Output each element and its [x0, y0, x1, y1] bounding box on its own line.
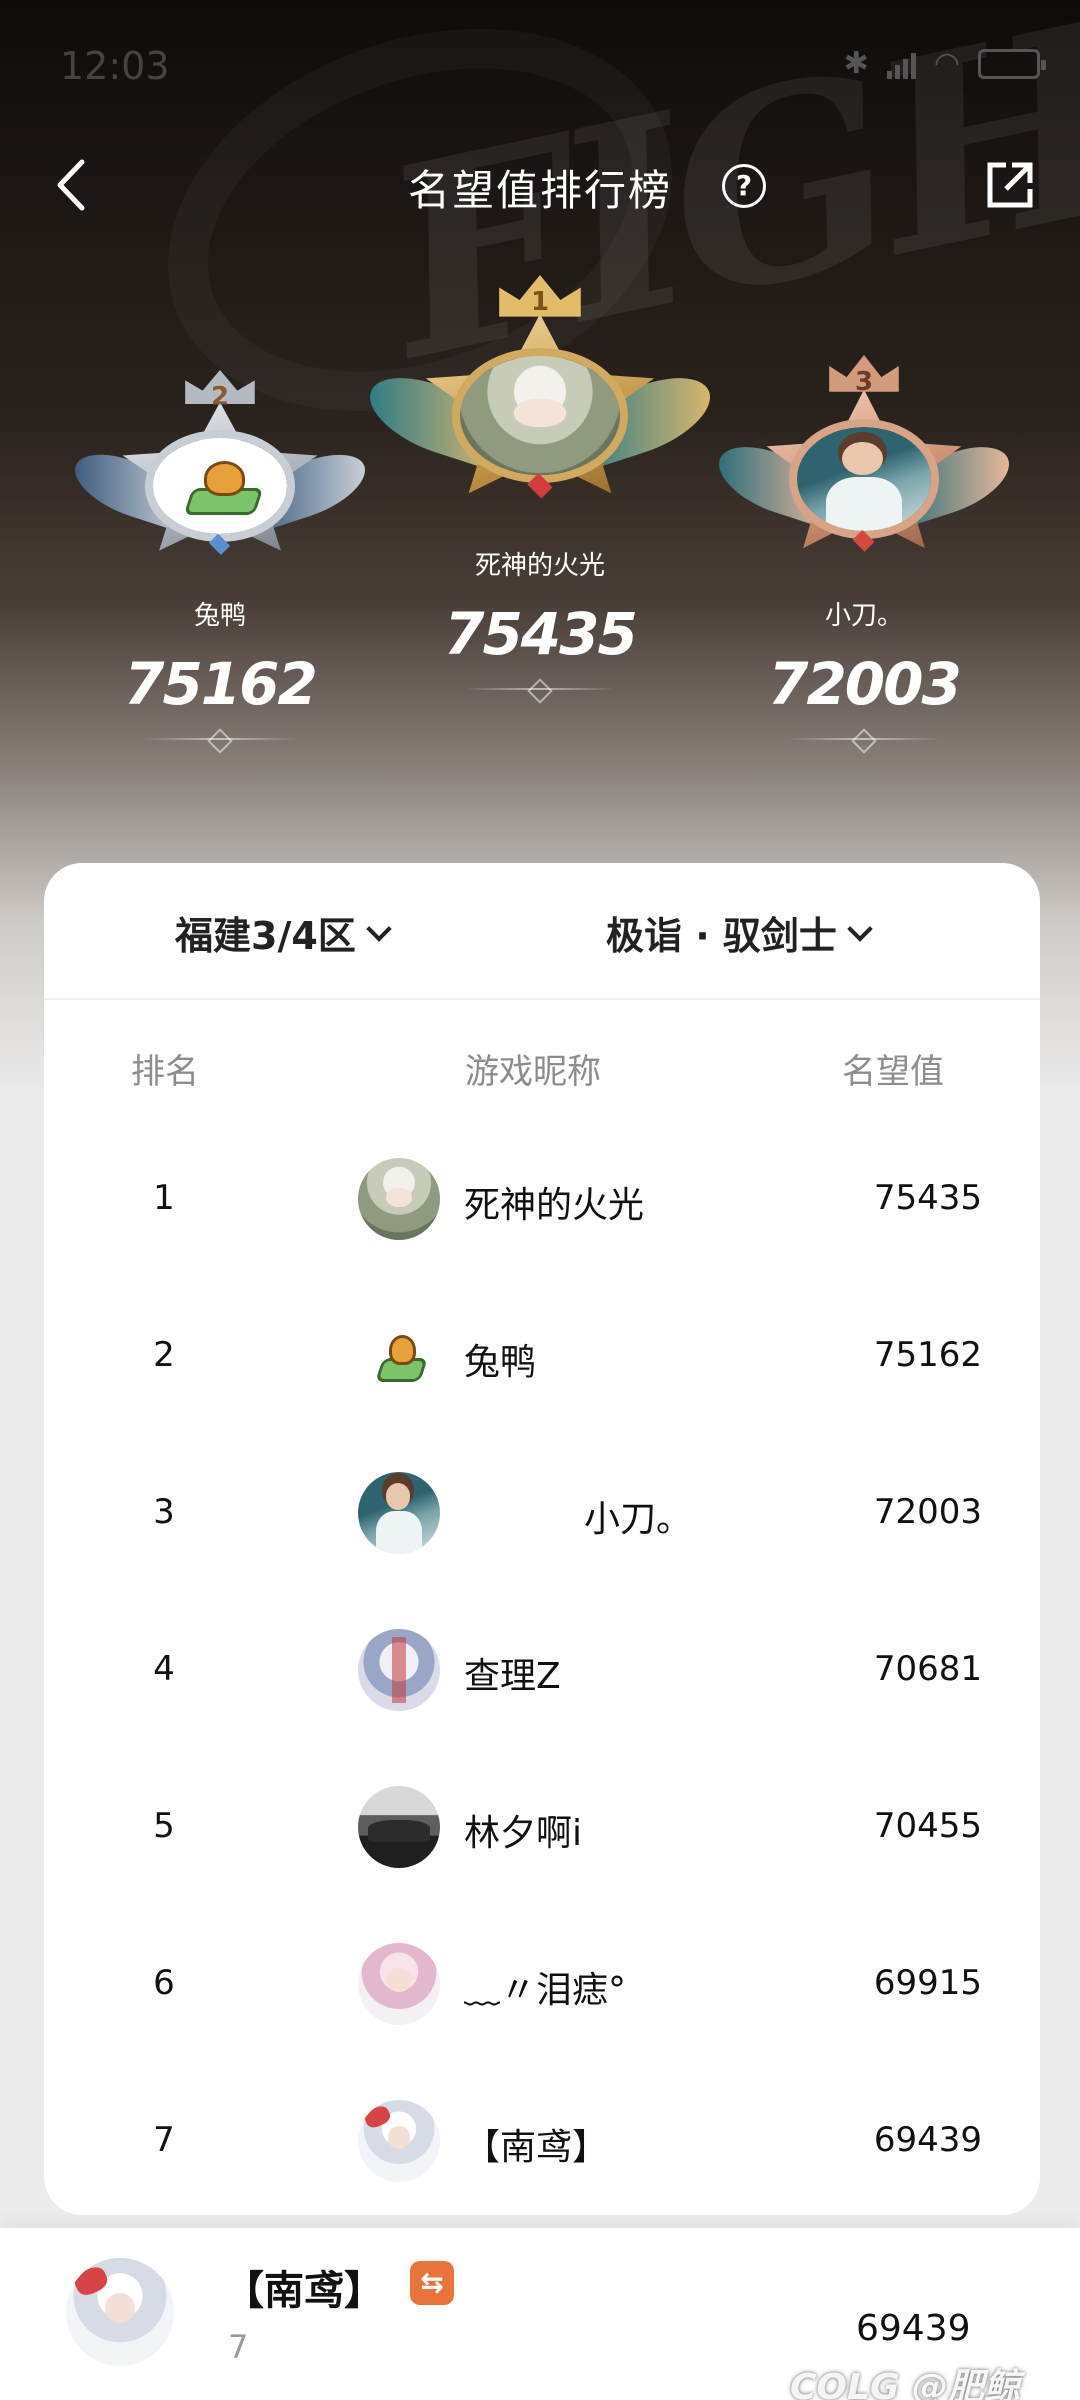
row-rank: 5: [153, 1806, 175, 1846]
row-rank: 7: [153, 2120, 175, 2160]
region-dropdown[interactable]: 福建3/4区: [175, 905, 392, 960]
podium-second[interactable]: 2 兔鸭 75162: [70, 370, 370, 746]
avatar: [358, 1786, 440, 1868]
class-label: 极诣 · 驭剑士: [606, 914, 837, 958]
avatar: [358, 1315, 440, 1397]
leaderboard-card: 福建3/4区 极诣 · 驭剑士 排名 游戏昵称 名望值 1 死神的火光 7543…: [44, 863, 1040, 2215]
header-rank: 排名: [131, 1052, 199, 1092]
podium-score: 75162: [124, 650, 318, 718]
row-score: 69915: [873, 1963, 982, 2003]
podium-name: 兔鸭: [193, 601, 246, 631]
row-name: 【南鸢】: [464, 2127, 609, 2168]
row-rank: 2: [153, 1335, 175, 1375]
row-rank: 6: [153, 1963, 175, 2003]
podium-score: 75435: [444, 600, 638, 668]
table-row[interactable]: 4 查理Z 70681: [44, 1591, 1040, 1748]
chevron-down-icon: [366, 915, 392, 942]
help-button[interactable]: ?: [722, 164, 766, 208]
filter-bar: 福建3/4区 极诣 · 驭剑士: [44, 863, 1040, 1000]
table-header: 排名 游戏昵称 名望值: [44, 1000, 1040, 1120]
avatar: [358, 1943, 440, 2025]
row-name: 死神的火光: [464, 1185, 645, 1226]
podium-name: 死神的火光: [474, 551, 605, 581]
row-score: 70455: [873, 1806, 982, 1846]
avatar: [358, 1472, 440, 1554]
row-name: 小刀。: [584, 1499, 693, 1540]
podium-score: 72003: [768, 650, 962, 718]
avatar: [788, 419, 940, 539]
podium-rank-number: 1: [499, 275, 581, 317]
row-score: 70681: [873, 1649, 982, 1689]
avatar: [66, 2258, 174, 2366]
status-bar: 12:03 ✱ ◠: [0, 0, 1080, 130]
table-row[interactable]: 3 小刀。 72003: [44, 1434, 1040, 1591]
bronze-badge: 3: [719, 355, 1009, 585]
status-time: 12:03: [60, 44, 170, 88]
avatar: [144, 430, 296, 542]
row-rank: 3: [153, 1492, 175, 1532]
status-icons: ✱ ◠: [843, 46, 1046, 81]
divider-ornament: [145, 732, 295, 746]
silver-badge: 2: [75, 370, 365, 585]
avatar: [358, 1158, 440, 1240]
header-score: 名望值: [842, 1052, 944, 1092]
table-row[interactable]: 5 林夕啊i 70455: [44, 1748, 1040, 1905]
my-rank: 7: [228, 2328, 249, 2366]
podium-rank-number: 2: [185, 370, 255, 405]
wifi-icon: ◠: [933, 46, 960, 81]
gold-badge: 1: [370, 275, 710, 535]
switch-icon[interactable]: ⇆: [410, 2261, 454, 2305]
row-rank: 4: [153, 1649, 175, 1689]
podium-third[interactable]: 3 小刀。 72003: [714, 355, 1014, 746]
table-row[interactable]: 6 ﹏〃泪痣° 69915: [44, 1905, 1040, 2062]
my-rank-bar[interactable]: 【南鸢】 ⇆ 7 69439 COLG @肥鲸: [0, 2228, 1080, 2400]
row-score: 75162: [873, 1335, 982, 1375]
battery-icon: [978, 48, 1046, 79]
avatar: [358, 2100, 440, 2182]
page-title: 名望值排行榜: [407, 166, 672, 215]
table-row[interactable]: 1 死神的火光 75435: [44, 1120, 1040, 1277]
region-label: 福建3/4区: [175, 914, 356, 958]
podium-name: 小刀。: [824, 601, 903, 631]
podium-first[interactable]: 1 死神的火光 75435: [370, 275, 710, 696]
chevron-down-icon: [847, 915, 873, 942]
row-score: 69439: [873, 2120, 982, 2160]
table-row[interactable]: 2 兔鸭 75162: [44, 1277, 1040, 1434]
share-button[interactable]: [982, 157, 1038, 213]
avatar: [451, 347, 629, 483]
avatar: [358, 1629, 440, 1711]
my-score: 69439: [856, 2308, 971, 2349]
divider-ornament: [465, 682, 615, 696]
bluetooth-icon: ✱: [843, 46, 869, 81]
watermark: COLG @肥鲸: [790, 2367, 1021, 2400]
podium-rank-number: 3: [829, 355, 899, 392]
row-name: 兔鸭: [464, 1342, 537, 1383]
row-rank: 1: [153, 1178, 175, 1218]
class-dropdown[interactable]: 极诣 · 驭剑士: [606, 905, 873, 960]
table-row[interactable]: 7 【南鸢】 69439: [44, 2062, 1040, 2215]
row-name: 林夕啊i: [464, 1813, 583, 1854]
row-score: 72003: [873, 1492, 982, 1532]
header-name: 游戏昵称: [465, 1052, 601, 1092]
row-name: ﹏〃泪痣°: [464, 1970, 627, 2011]
my-name: 【南鸢】: [224, 2268, 384, 2314]
signal-icon: [886, 49, 916, 79]
row-score: 75435: [873, 1178, 982, 1218]
divider-ornament: [789, 732, 939, 746]
row-name: 查理Z: [464, 1656, 561, 1697]
share-icon: [987, 162, 1033, 208]
